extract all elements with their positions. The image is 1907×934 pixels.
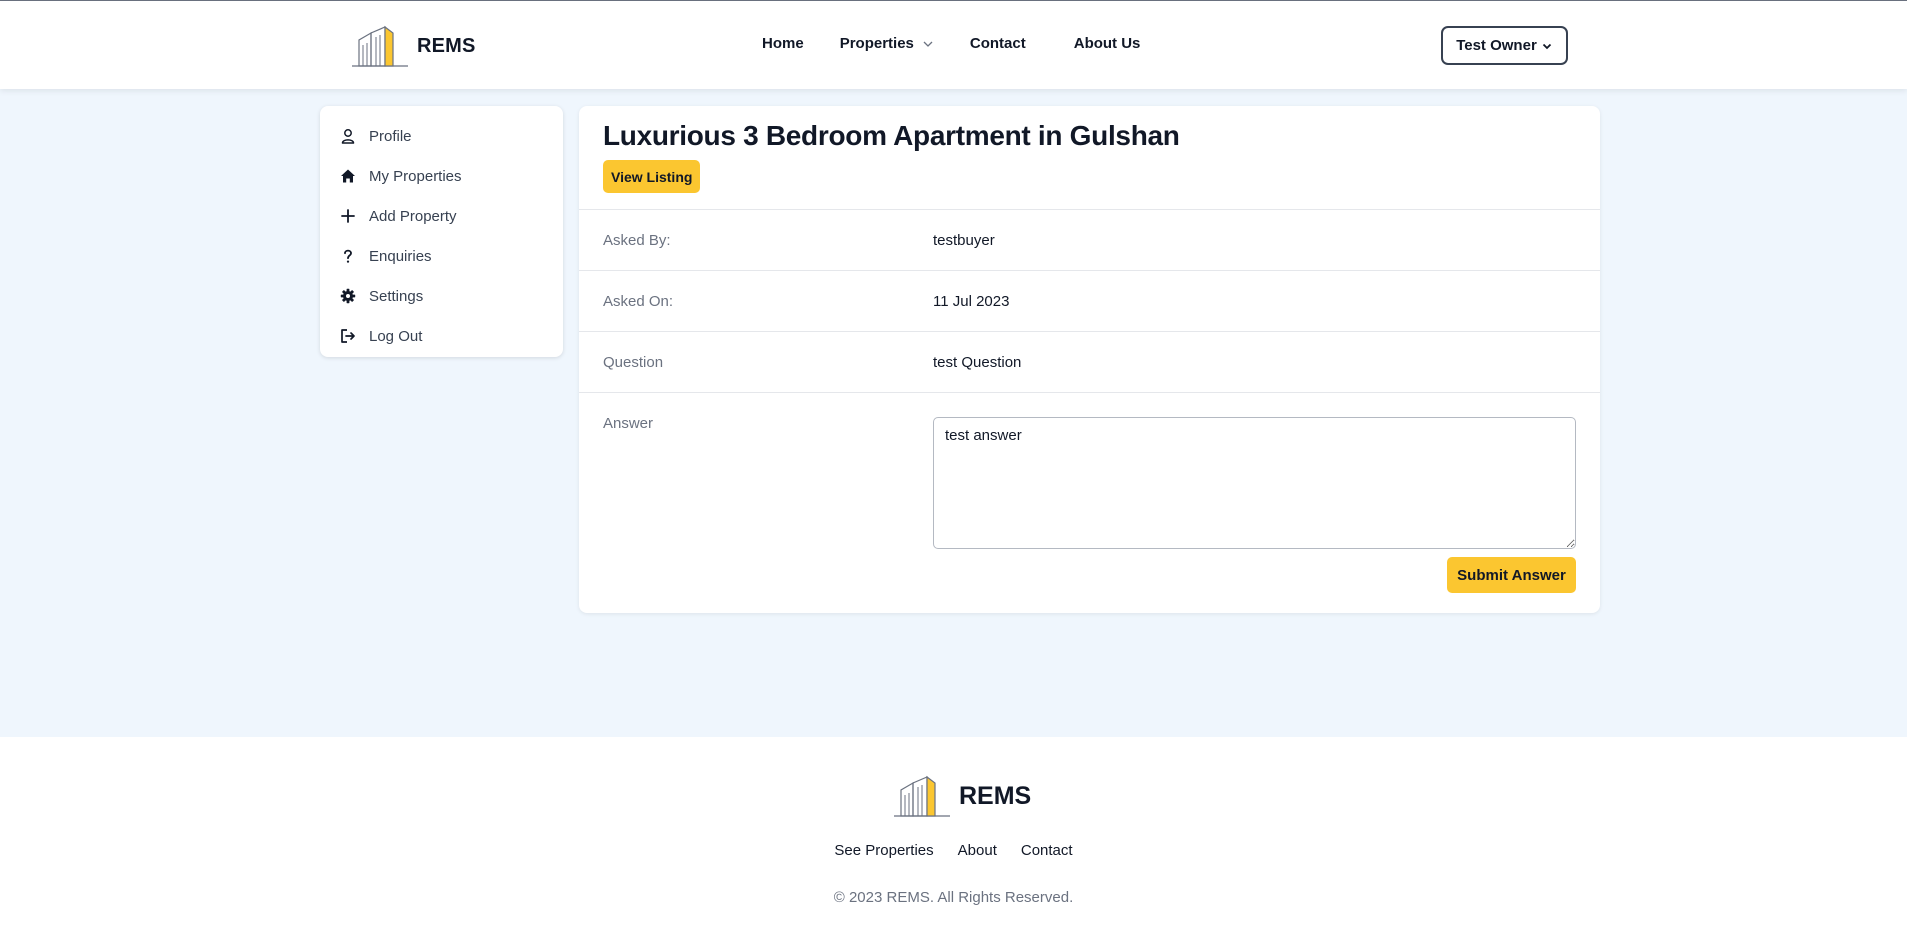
chevron-down-icon bbox=[1542, 43, 1551, 49]
sidebar-item-label: My Properties bbox=[369, 167, 462, 185]
question-icon bbox=[344, 249, 352, 263]
view-listing-button[interactable]: View Listing bbox=[603, 160, 701, 193]
submit-answer-button[interactable]: Submit Answer bbox=[1447, 557, 1576, 593]
sidebar-item-label: Enquiries bbox=[369, 247, 432, 265]
sidebar-item-settings[interactable]: Settings bbox=[320, 276, 563, 316]
main-nav: Home Properties Contact About Us bbox=[762, 35, 1140, 52]
sidebar-item-my-properties[interactable]: My Properties bbox=[320, 156, 563, 196]
footer-nav: See Properties About Contact bbox=[0, 842, 1907, 859]
site-footer: REMS See Properties About Contact © 2023… bbox=[0, 737, 1907, 934]
site-header: REMS Home Properties Contact About Us Te… bbox=[0, 1, 1907, 89]
footer-brand-link[interactable]: REMS bbox=[893, 775, 1031, 817]
copyright-text: © 2023 REMS. All Rights Reserved. bbox=[833, 889, 1074, 906]
footer-brand-name: REMS bbox=[959, 781, 1032, 810]
plus-icon bbox=[341, 209, 355, 223]
answer-textarea[interactable]: test answer bbox=[933, 417, 1576, 549]
user-icon bbox=[341, 129, 355, 144]
asked-by-row: Asked By: testbuyer bbox=[579, 209, 1600, 270]
answer-label: Answer bbox=[603, 415, 654, 432]
building-logo-icon bbox=[352, 25, 408, 67]
answer-row: Answer test answer Submit Answer bbox=[579, 392, 1600, 613]
question-value: test Question bbox=[933, 354, 1022, 371]
sidebar-item-add-property[interactable]: Add Property bbox=[320, 196, 563, 236]
footer-link-see-properties[interactable]: See Properties bbox=[834, 842, 933, 859]
footer-link-about[interactable]: About bbox=[958, 842, 997, 859]
asked-on-value: 11 Jul 2023 bbox=[933, 293, 1010, 310]
property-title: Luxurious 3 Bedroom Apartment in Gulshan bbox=[603, 120, 1180, 151]
sidebar-item-label: Profile bbox=[369, 127, 412, 145]
sidebar-item-profile[interactable]: Profile bbox=[320, 116, 563, 156]
user-menu-button[interactable]: Test Owner bbox=[1441, 26, 1568, 65]
logout-icon bbox=[341, 329, 355, 343]
asked-on-label: Asked On: bbox=[603, 293, 674, 310]
gear-icon bbox=[340, 288, 356, 304]
enquiry-detail-card: Luxurious 3 Bedroom Apartment in Gulshan… bbox=[579, 106, 1600, 613]
chevron-down-icon bbox=[923, 41, 933, 47]
sidebar-item-label: Settings bbox=[369, 287, 424, 305]
sidebar-item-label: Log Out bbox=[369, 327, 423, 345]
asked-by-value: testbuyer bbox=[933, 232, 995, 249]
brand-name: REMS bbox=[417, 34, 476, 57]
nav-contact[interactable]: Contact bbox=[970, 35, 1026, 52]
nav-properties-label: Properties bbox=[839, 35, 914, 52]
dashboard-sidebar: Profile My Properties Add Property Enqui… bbox=[320, 106, 563, 357]
home-icon bbox=[341, 169, 355, 183]
nav-home[interactable]: Home bbox=[762, 35, 804, 52]
sidebar-item-enquiries[interactable]: Enquiries bbox=[320, 236, 563, 276]
sidebar-item-log-out[interactable]: Log Out bbox=[320, 316, 563, 356]
question-label: Question bbox=[603, 354, 664, 371]
user-menu-label: Test Owner bbox=[1456, 37, 1537, 54]
asked-on-row: Asked On: 11 Jul 2023 bbox=[579, 270, 1600, 331]
nav-about-us[interactable]: About Us bbox=[1074, 35, 1141, 52]
question-row: Question test Question bbox=[579, 331, 1600, 392]
asked-by-label: Asked By: bbox=[603, 232, 671, 249]
footer-link-contact[interactable]: Contact bbox=[1021, 842, 1073, 859]
building-logo-icon bbox=[894, 775, 950, 817]
nav-properties[interactable]: Properties bbox=[840, 35, 934, 52]
sidebar-item-label: Add Property bbox=[369, 207, 457, 225]
brand-logo-link[interactable]: REMS bbox=[351, 25, 476, 67]
